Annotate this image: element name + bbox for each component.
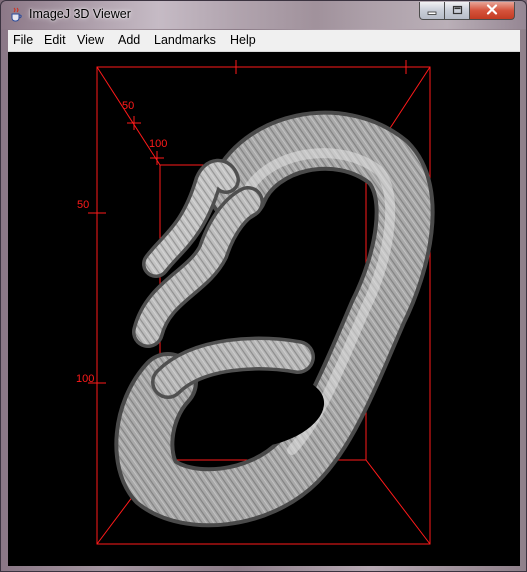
minimize-button[interactable] (419, 2, 445, 20)
close-icon (486, 2, 498, 20)
axis-label-diag-50: 50 (122, 100, 134, 112)
imagej-3d-viewer-window: ImageJ 3D Viewer File Edit View Add Land… (0, 0, 527, 572)
3d-scene[interactable]: 50 100 50 100 (8, 52, 520, 566)
axis-label-diag-100: 100 (149, 138, 167, 150)
menu-landmarks[interactable]: Landmarks (154, 33, 216, 47)
title-bar[interactable]: ImageJ 3D Viewer (1, 1, 526, 29)
window-title: ImageJ 3D Viewer (29, 7, 131, 21)
axis-label-vert-50: 50 (77, 199, 89, 211)
menu-bar: File Edit View Add Landmarks Help (8, 30, 520, 52)
axis-label-vert-100: 100 (76, 373, 94, 385)
menu-edit[interactable]: Edit (44, 33, 66, 47)
menu-file[interactable]: File (13, 33, 33, 47)
minimize-icon (427, 2, 437, 20)
maximize-button[interactable] (445, 2, 470, 20)
java-cup-icon (9, 7, 23, 22)
menu-add[interactable]: Add (118, 33, 140, 47)
close-button[interactable] (470, 2, 515, 20)
menu-help[interactable]: Help (230, 33, 256, 47)
maximize-icon (452, 2, 463, 20)
menu-view[interactable]: View (77, 33, 104, 47)
3d-viewport[interactable]: 50 100 50 100 (8, 52, 520, 566)
